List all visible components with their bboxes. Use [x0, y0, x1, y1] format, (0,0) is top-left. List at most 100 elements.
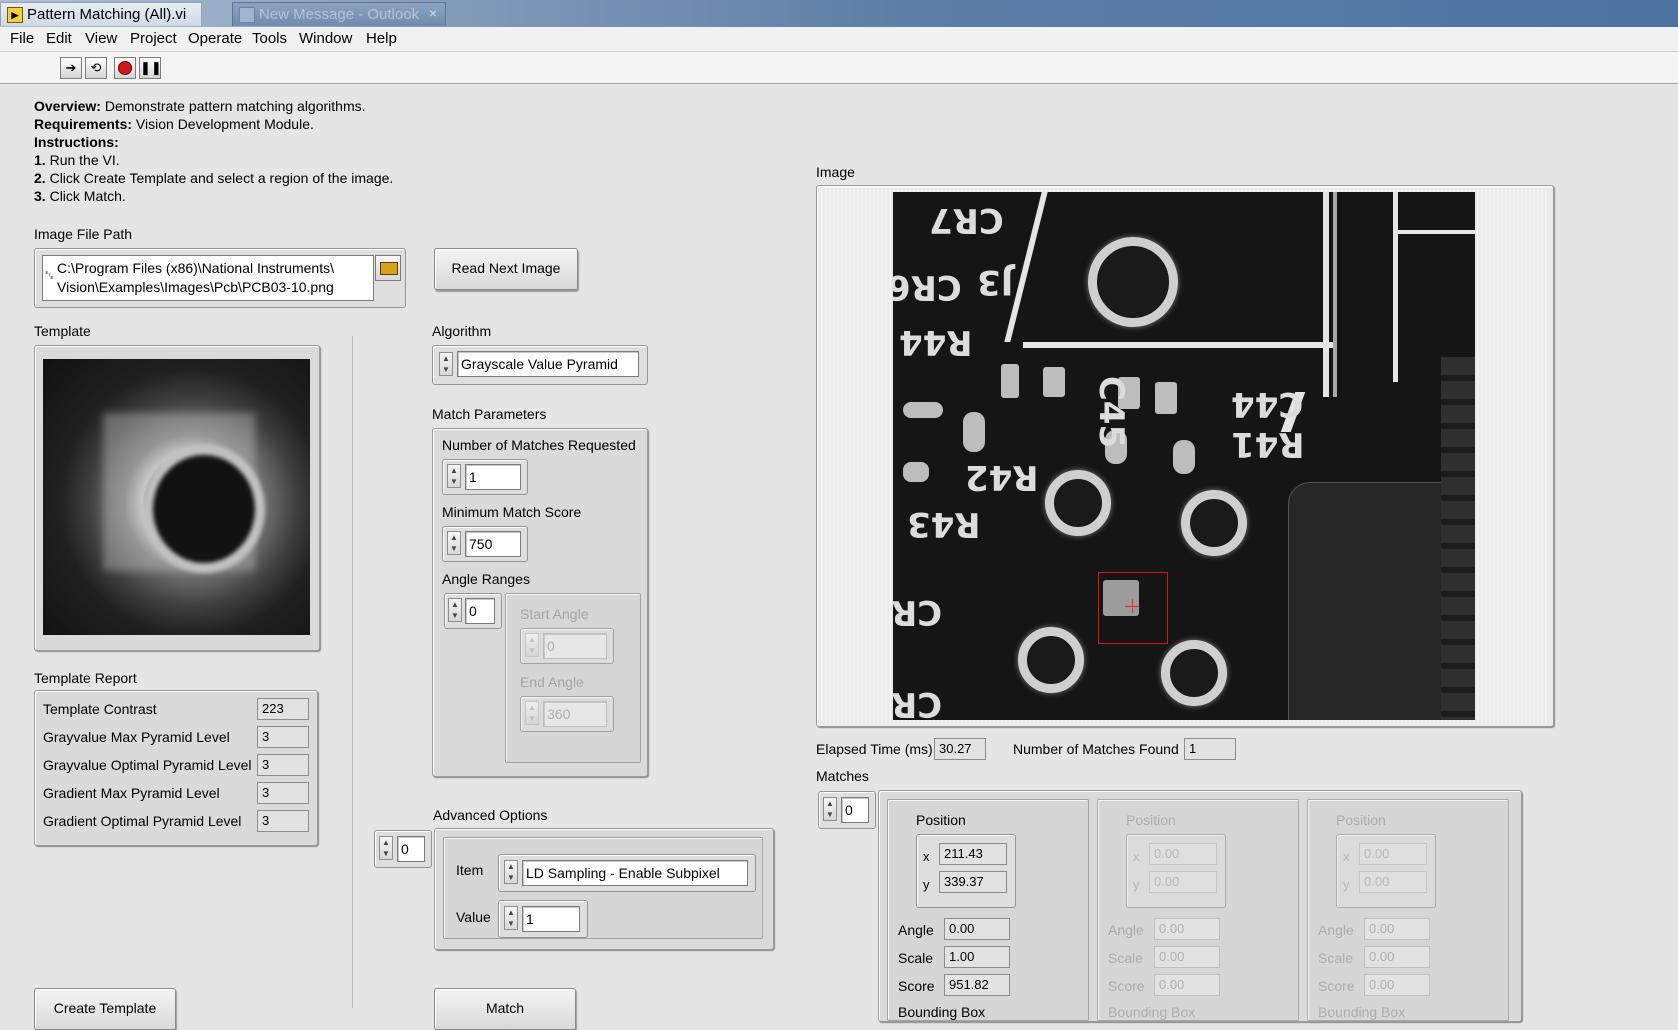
- matches-index[interactable]: 0: [841, 797, 869, 823]
- pcb-via: [1018, 627, 1084, 693]
- menu-tools[interactable]: Tools: [252, 30, 287, 47]
- end-angle-input[interactable]: 360: [543, 701, 607, 727]
- template-label: Template: [34, 323, 91, 339]
- gradient-optimal-pyramid-label: Gradient Optimal Pyramid Level: [43, 813, 242, 829]
- min-match-score-spinner[interactable]: ▲ ▼: [447, 531, 461, 555]
- position-x-value: 211.43: [939, 843, 1007, 865]
- pause-icon[interactable]: ❚❚: [139, 57, 162, 79]
- template-image[interactable]: [43, 359, 310, 635]
- pcb-smd-pad: [1155, 382, 1177, 414]
- match-parameters-cluster: Number of Matches Requested ▲ ▼ 1 Minimum…: [432, 428, 648, 777]
- angle-label: Angle: [898, 922, 934, 938]
- angle-ranges-index-control: ▲ ▼ 0: [444, 593, 502, 629]
- grayvalue-optimal-pyramid-label: Grayvalue Optimal Pyramid Level: [43, 757, 252, 773]
- algorithm-ring[interactable]: Grayscale Value Pyramid: [457, 351, 639, 377]
- pcb-via: [1088, 237, 1178, 327]
- menu-file[interactable]: File: [10, 30, 34, 47]
- run-arrow-icon[interactable]: ➔: [60, 57, 82, 79]
- instruction-step: 3. Click Match.: [34, 188, 126, 204]
- item-ring[interactable]: LD Sampling - Enable Subpixel: [522, 860, 748, 886]
- menu-operate[interactable]: Operate: [188, 30, 242, 47]
- template-contrast-label: Template Contrast: [43, 701, 157, 717]
- scale-label: Scale: [1318, 950, 1354, 966]
- run-continuously-icon[interactable]: ⟲: [85, 57, 107, 79]
- algorithm-label: Algorithm: [432, 323, 492, 339]
- matches-index-control: ▲ ▼ 0: [818, 791, 876, 829]
- image-file-path-field[interactable]: ␗ C:\Program Files (x86)\National Instru…: [42, 255, 374, 301]
- position-x-value: 0.00: [1149, 843, 1217, 865]
- angle-range-element: Start Angle ▲ ▼ 0 End Angle ▲ ▼ 360: [505, 593, 641, 763]
- algorithm-ring-spinner[interactable]: ▲ ▼: [439, 352, 453, 376]
- pcb-trace: [1023, 342, 1333, 348]
- window-tab-inactive[interactable]: New Message - Outlook ×: [232, 2, 446, 26]
- menu-help[interactable]: Help: [366, 30, 397, 47]
- window-tab-active[interactable]: ▶ Pattern Matching (All).vi: [0, 2, 202, 26]
- matches-index-spinner[interactable]: ▲ ▼: [823, 797, 837, 821]
- menu-window[interactable]: Window: [299, 30, 352, 47]
- pcb-trace: [1396, 230, 1475, 234]
- menu-view[interactable]: View: [85, 30, 117, 47]
- x-label: x: [1133, 849, 1140, 864]
- grayvalue-max-pyramid-label: Grayvalue Max Pyramid Level: [43, 729, 230, 745]
- menu-project[interactable]: Project: [130, 30, 177, 47]
- image-file-path-control: ␗ C:\Program Files (x86)\National Instru…: [34, 248, 406, 308]
- end-angle-spinner[interactable]: ▲ ▼: [525, 701, 539, 725]
- angle-index-spinner[interactable]: ▲ ▼: [448, 598, 462, 622]
- algorithm-control: ▲ ▼ Grayscale Value Pyramid: [432, 345, 648, 385]
- image-label: Image: [816, 164, 855, 180]
- advanced-options-index[interactable]: 0: [397, 836, 425, 862]
- pcb-label: R44: [899, 322, 973, 362]
- pcb-smd-pad: [963, 412, 985, 452]
- advanced-index-spinner[interactable]: ▲ ▼: [379, 836, 393, 860]
- num-matches-requested-input[interactable]: 1: [465, 464, 521, 490]
- num-matches-spinner[interactable]: ▲ ▼: [447, 464, 461, 488]
- instructions-heading: Instructions:: [34, 134, 119, 150]
- elapsed-time-label: Elapsed Time (ms): [816, 741, 933, 757]
- match-parameters-label: Match Parameters: [432, 406, 547, 422]
- score-label: Score: [1318, 978, 1355, 994]
- requirements-line: Requirements: Vision Development Module.: [34, 116, 314, 132]
- abort-stop-icon[interactable]: [114, 57, 136, 79]
- match-button[interactable]: Match: [434, 988, 576, 1030]
- toolbar: ➔ ⟲ ❚❚: [0, 52, 1678, 84]
- outlook-icon: [239, 7, 255, 23]
- start-angle-spinner[interactable]: ▲ ▼: [525, 633, 539, 657]
- start-angle-input[interactable]: 0: [543, 633, 607, 659]
- elapsed-time-value: 30.27: [934, 738, 986, 760]
- value-input[interactable]: 1: [522, 906, 580, 932]
- match-element: Position x 211.43 y 339.37 Angle 0.00 Sc…: [887, 799, 1089, 1021]
- value-control: ▲ ▼ 1: [498, 900, 588, 938]
- menu-edit[interactable]: Edit: [46, 30, 72, 47]
- item-label: Item: [456, 862, 484, 878]
- score-label: Score: [898, 978, 935, 994]
- angle-ranges-label: Angle Ranges: [442, 571, 530, 587]
- y-label: y: [1133, 877, 1140, 892]
- min-match-score-input[interactable]: 750: [465, 531, 521, 557]
- scale-label: Scale: [898, 950, 934, 966]
- bounding-box-label: Bounding Box: [1108, 1004, 1196, 1020]
- read-next-image-button[interactable]: Read Next Image: [434, 248, 578, 290]
- y-label: y: [1343, 877, 1350, 892]
- num-matches-requested-label: Number of Matches Requested: [442, 437, 636, 453]
- pcb-label: CR: [893, 592, 943, 632]
- angle-ranges-index[interactable]: 0: [465, 598, 495, 624]
- pcb-image[interactable]: CR7 J3 CR6 R44 C45 C44 R41 R42 R43 CR CR: [893, 192, 1475, 720]
- close-icon[interactable]: ×: [429, 5, 437, 21]
- pcb-smd-pad: [1043, 367, 1065, 397]
- match-crosshair-icon: [1132, 599, 1133, 613]
- create-template-button[interactable]: Create Template: [34, 988, 176, 1030]
- value-spinner[interactable]: ▲ ▼: [504, 906, 518, 930]
- item-ring-spinner[interactable]: ▲ ▼: [504, 860, 518, 884]
- pcb-label: CR7: [929, 200, 1004, 240]
- angle-label: Angle: [1318, 922, 1354, 938]
- path-type-icon: ␗: [45, 270, 54, 282]
- pcb-label: R43: [907, 504, 981, 544]
- browse-folder-button[interactable]: [375, 255, 401, 281]
- template-display-frame: [34, 345, 320, 651]
- pcb-smd-pad: [1001, 364, 1019, 398]
- min-match-score-label: Minimum Match Score: [442, 504, 582, 520]
- panel-separator: [352, 336, 353, 1008]
- position-y-value: 0.00: [1359, 871, 1427, 893]
- pcb-smd-pad: [903, 402, 943, 418]
- pcb-label: C44: [1231, 384, 1304, 424]
